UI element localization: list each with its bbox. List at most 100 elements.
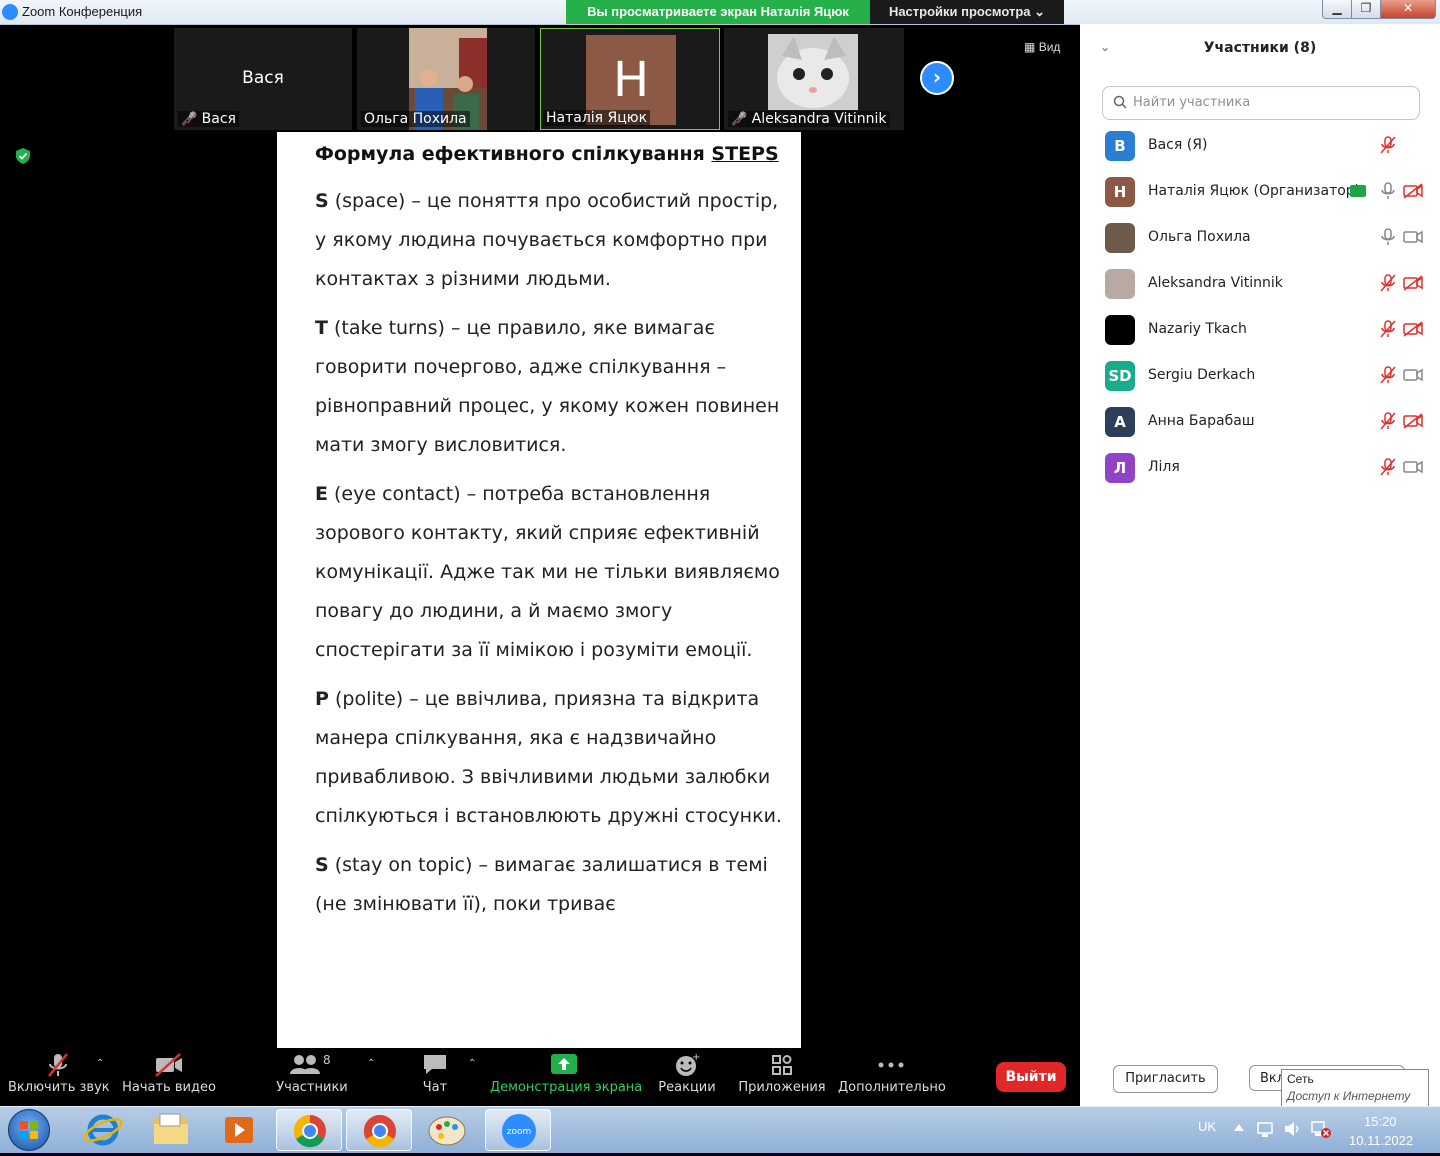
zoom-app-label: zoom [507,1127,532,1137]
more-button[interactable]: Дополнительно [838,1052,946,1095]
chrome-icon [363,1114,396,1148]
participant-row[interactable]: Aleksandra Vitinnik [1080,261,1440,307]
camera-off-icon[interactable] [1402,320,1424,342]
taskbar-paint[interactable] [414,1109,480,1151]
participant-photo [768,34,858,110]
view-button[interactable]: ▦ Вид [1024,40,1060,54]
participant-search[interactable] [1102,86,1420,120]
mic-muted-icon[interactable] [1378,457,1398,481]
folder-icon [154,1113,188,1144]
maximize-button[interactable]: ❐ [1351,0,1381,19]
action-center-icon[interactable] [1256,1119,1276,1139]
participants-label: Участники [276,1080,348,1095]
leave-button[interactable]: Выйти [996,1062,1066,1092]
document-paragraph: E (eye contact) – потреба встановлення з… [315,475,785,670]
taskbar-chrome-2[interactable] [346,1109,412,1151]
more-icon [878,1062,904,1068]
minimize-button[interactable]: ▁ [1322,0,1352,19]
mic-muted-icon[interactable] [1378,319,1398,343]
video-tile-vasya[interactable]: Вася 🎤̸ Вася [174,28,352,130]
document-paragraph: T (take turns) – це правило, яке вимагає… [315,309,785,465]
paragraph-term: (eye contact) [327,483,461,505]
taskbar-zoom[interactable]: zoom [485,1109,551,1151]
mic-muted-icon[interactable] [1378,365,1398,389]
share-banner: Вы просматриваете экран Наталія Яцюк [566,0,870,24]
participant-row[interactable]: B Вася (Я) [1080,123,1440,169]
screen-share-indicator-icon [1350,185,1366,197]
taskbar-media-player[interactable] [206,1109,272,1151]
camera-off-icon[interactable] [1402,182,1424,204]
participant-name: Ольга Похила [1148,229,1251,245]
tray-expand-icon[interactable] [1232,1121,1246,1135]
share-screen-label: Демонстрация экрана [490,1080,643,1095]
mic-icon[interactable] [1378,227,1398,251]
camera-icon[interactable] [1402,228,1424,250]
mic-icon[interactable] [1378,181,1398,205]
network-tooltip: Сеть Доступ к Интернету [1281,1069,1429,1107]
mic-muted-icon[interactable] [1378,273,1398,297]
participant-row[interactable]: A Анна Барабаш [1080,399,1440,445]
chat-button[interactable]: Чат [412,1052,458,1095]
invite-button[interactable]: Пригласить [1113,1065,1218,1093]
participant-row[interactable]: SD Sergiu Derkach [1080,353,1440,399]
video-tile-natalia[interactable]: H Наталія Яцюк [540,28,720,130]
paragraph-letter: S [315,190,329,212]
chat-options-caret[interactable]: ⌃ [468,1058,476,1069]
volume-icon[interactable] [1282,1119,1302,1139]
document-paragraph: S (space) – це поняття про особистий про… [315,182,785,299]
participants-options-caret[interactable]: ⌃ [367,1058,375,1069]
share-screen-button[interactable]: Демонстрация экрана [490,1052,643,1095]
participant-name: Анна Барабаш [1148,413,1255,429]
ie-icon [83,1114,123,1146]
more-label: Дополнительно [838,1080,946,1095]
participant-name: Ліля [1148,459,1180,475]
heading-acronym: STEPS [711,143,779,165]
apps-button[interactable]: Приложения [738,1052,826,1095]
panel-title: Участники (8) [1203,40,1317,56]
participant-row[interactable]: Л Ліля [1080,445,1440,491]
avatar: Л [1105,453,1135,483]
taskbar-ie[interactable] [70,1109,136,1151]
start-video-button[interactable]: Начать видео [122,1052,216,1095]
participant-row[interactable]: H Наталія Яцюк (Организатор) [1080,169,1440,215]
video-tile-aleksandra[interactable]: 🎤̸ Aleksandra Vitinnik [724,28,904,130]
participant-row[interactable]: Ольга Похила [1080,215,1440,261]
zoom-app-icon: zoom [502,1114,536,1148]
unmute-label: Включить звук [8,1080,110,1095]
clock-date[interactable]: 10.11.2022 [1349,1133,1413,1148]
mic-muted-icon[interactable] [1378,411,1398,435]
video-tile-name: 🎤̸ Вася [178,111,239,127]
network-status-icon[interactable] [1310,1119,1332,1139]
camera-icon[interactable] [1402,458,1424,480]
avatar [1105,269,1135,299]
start-button[interactable] [8,1109,50,1151]
chevron-down-icon: ⌄ [1034,4,1046,19]
security-shield-icon[interactable] [16,148,30,164]
paragraph-text: – потреба встановлення зорового контакту… [315,483,780,661]
audio-options-caret[interactable]: ⌃ [96,1058,104,1069]
unmute-button[interactable]: Включить звук [8,1052,110,1095]
heading-text: Формула ефективного спілкування [315,143,712,165]
paragraph-letter: P [315,688,329,710]
mic-muted-icon[interactable] [1378,135,1398,159]
tooltip-text: Доступ к Интернету [1287,1089,1411,1103]
next-page-arrow-button[interactable]: › [920,61,954,95]
search-input[interactable] [1131,94,1405,111]
close-button[interactable]: ✕ [1380,0,1436,19]
video-tile-olga[interactable]: Ольга Похила [357,28,535,130]
paragraph-letter: T [315,317,328,339]
taskbar-explorer[interactable] [138,1109,204,1151]
camera-off-icon[interactable] [1402,412,1424,434]
reactions-button[interactable]: + Реакции [654,1052,720,1095]
camera-icon[interactable] [1402,366,1424,388]
participants-button[interactable]: 8 Участники [274,1052,350,1095]
camera-off-icon[interactable] [1402,274,1424,296]
taskbar-chrome-1[interactable] [276,1109,342,1151]
participant-row[interactable]: Nazariy Tkach [1080,307,1440,353]
view-settings-button[interactable]: Настройки просмотра ⌄ [870,0,1064,24]
chat-icon [424,1055,446,1074]
language-indicator[interactable]: UK [1198,1119,1216,1134]
mic-muted-icon: 🎤̸ [731,112,748,127]
clock-time[interactable]: 15:20 [1364,1114,1397,1129]
mic-muted-icon: 🎤̸ [181,112,198,127]
